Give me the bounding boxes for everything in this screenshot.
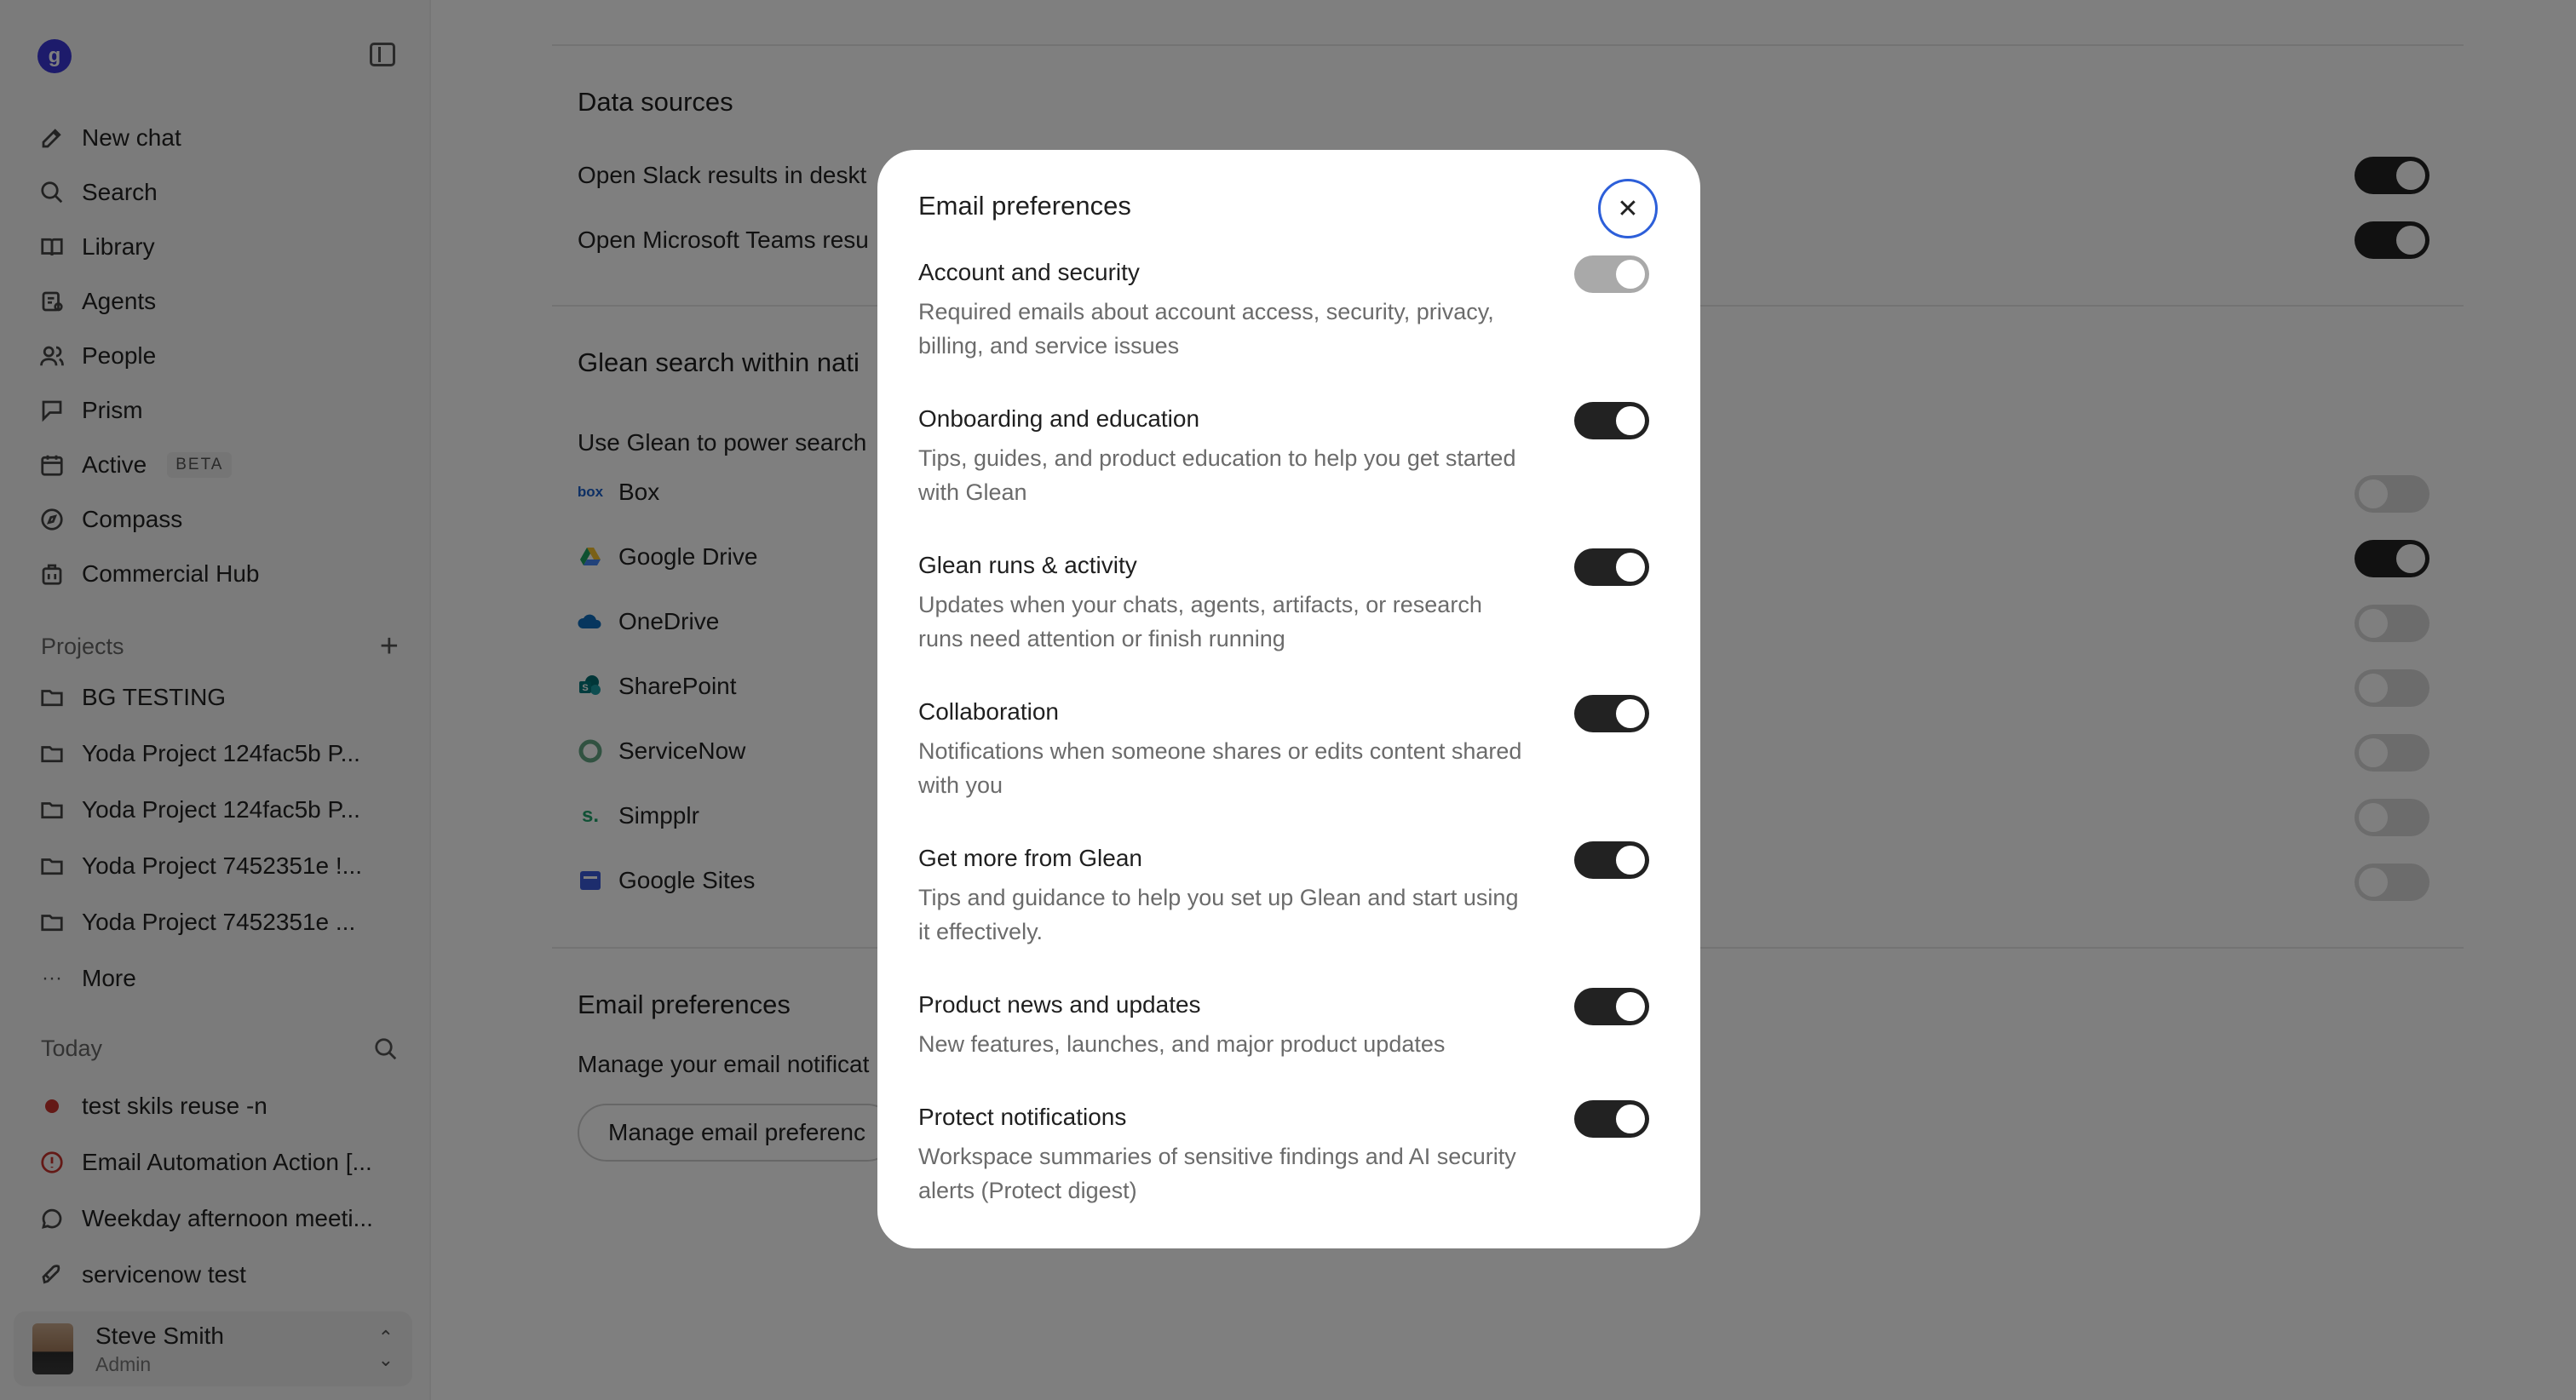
email-preferences-dialog: Email preferences ✕ Account and security… <box>877 150 1700 1248</box>
pref-onboarding-education: Onboarding and education Tips, guides, a… <box>918 405 1668 509</box>
pref-title: Collaboration <box>918 698 1059 725</box>
pref-product-news: Product news and updates New features, l… <box>918 991 1668 1061</box>
pref-description: Tips and guidance to help you set up Gle… <box>918 885 1519 944</box>
dialog-title: Email preferences <box>918 191 1131 221</box>
account-security-toggle <box>1574 255 1649 293</box>
pref-description: New features, launches, and major produc… <box>918 1031 1446 1057</box>
protect-notifications-toggle[interactable] <box>1574 1100 1649 1138</box>
product-news-toggle[interactable] <box>1574 988 1649 1025</box>
pref-title: Onboarding and education <box>918 405 1200 432</box>
pref-description: Required emails about account access, se… <box>918 299 1494 359</box>
pref-description: Workspace summaries of sensitive finding… <box>918 1144 1516 1203</box>
close-icon: ✕ <box>1617 194 1639 223</box>
pref-title: Get more from Glean <box>918 845 1142 871</box>
pref-description: Tips, guides, and product education to h… <box>918 445 1516 505</box>
pref-description: Updates when your chats, agents, artifac… <box>918 592 1482 651</box>
glean-runs-activity-toggle[interactable] <box>1574 548 1649 586</box>
close-button[interactable]: ✕ <box>1598 179 1658 238</box>
pref-description: Notifications when someone shares or edi… <box>918 738 1522 798</box>
pref-title: Account and security <box>918 259 1140 285</box>
pref-get-more-from-glean: Get more from Glean Tips and guidance to… <box>918 845 1668 949</box>
pref-title: Product news and updates <box>918 991 1201 1018</box>
pref-protect-notifications: Protect notifications Workspace summarie… <box>918 1104 1668 1208</box>
pref-title: Protect notifications <box>918 1104 1127 1130</box>
pref-glean-runs-activity: Glean runs & activity Updates when your … <box>918 552 1668 656</box>
pref-collaboration: Collaboration Notifications when someone… <box>918 698 1668 802</box>
get-more-from-glean-toggle[interactable] <box>1574 841 1649 879</box>
collaboration-toggle[interactable] <box>1574 695 1649 732</box>
pref-account-security: Account and security Required emails abo… <box>918 259 1668 363</box>
pref-title: Glean runs & activity <box>918 552 1137 578</box>
onboarding-education-toggle[interactable] <box>1574 402 1649 439</box>
